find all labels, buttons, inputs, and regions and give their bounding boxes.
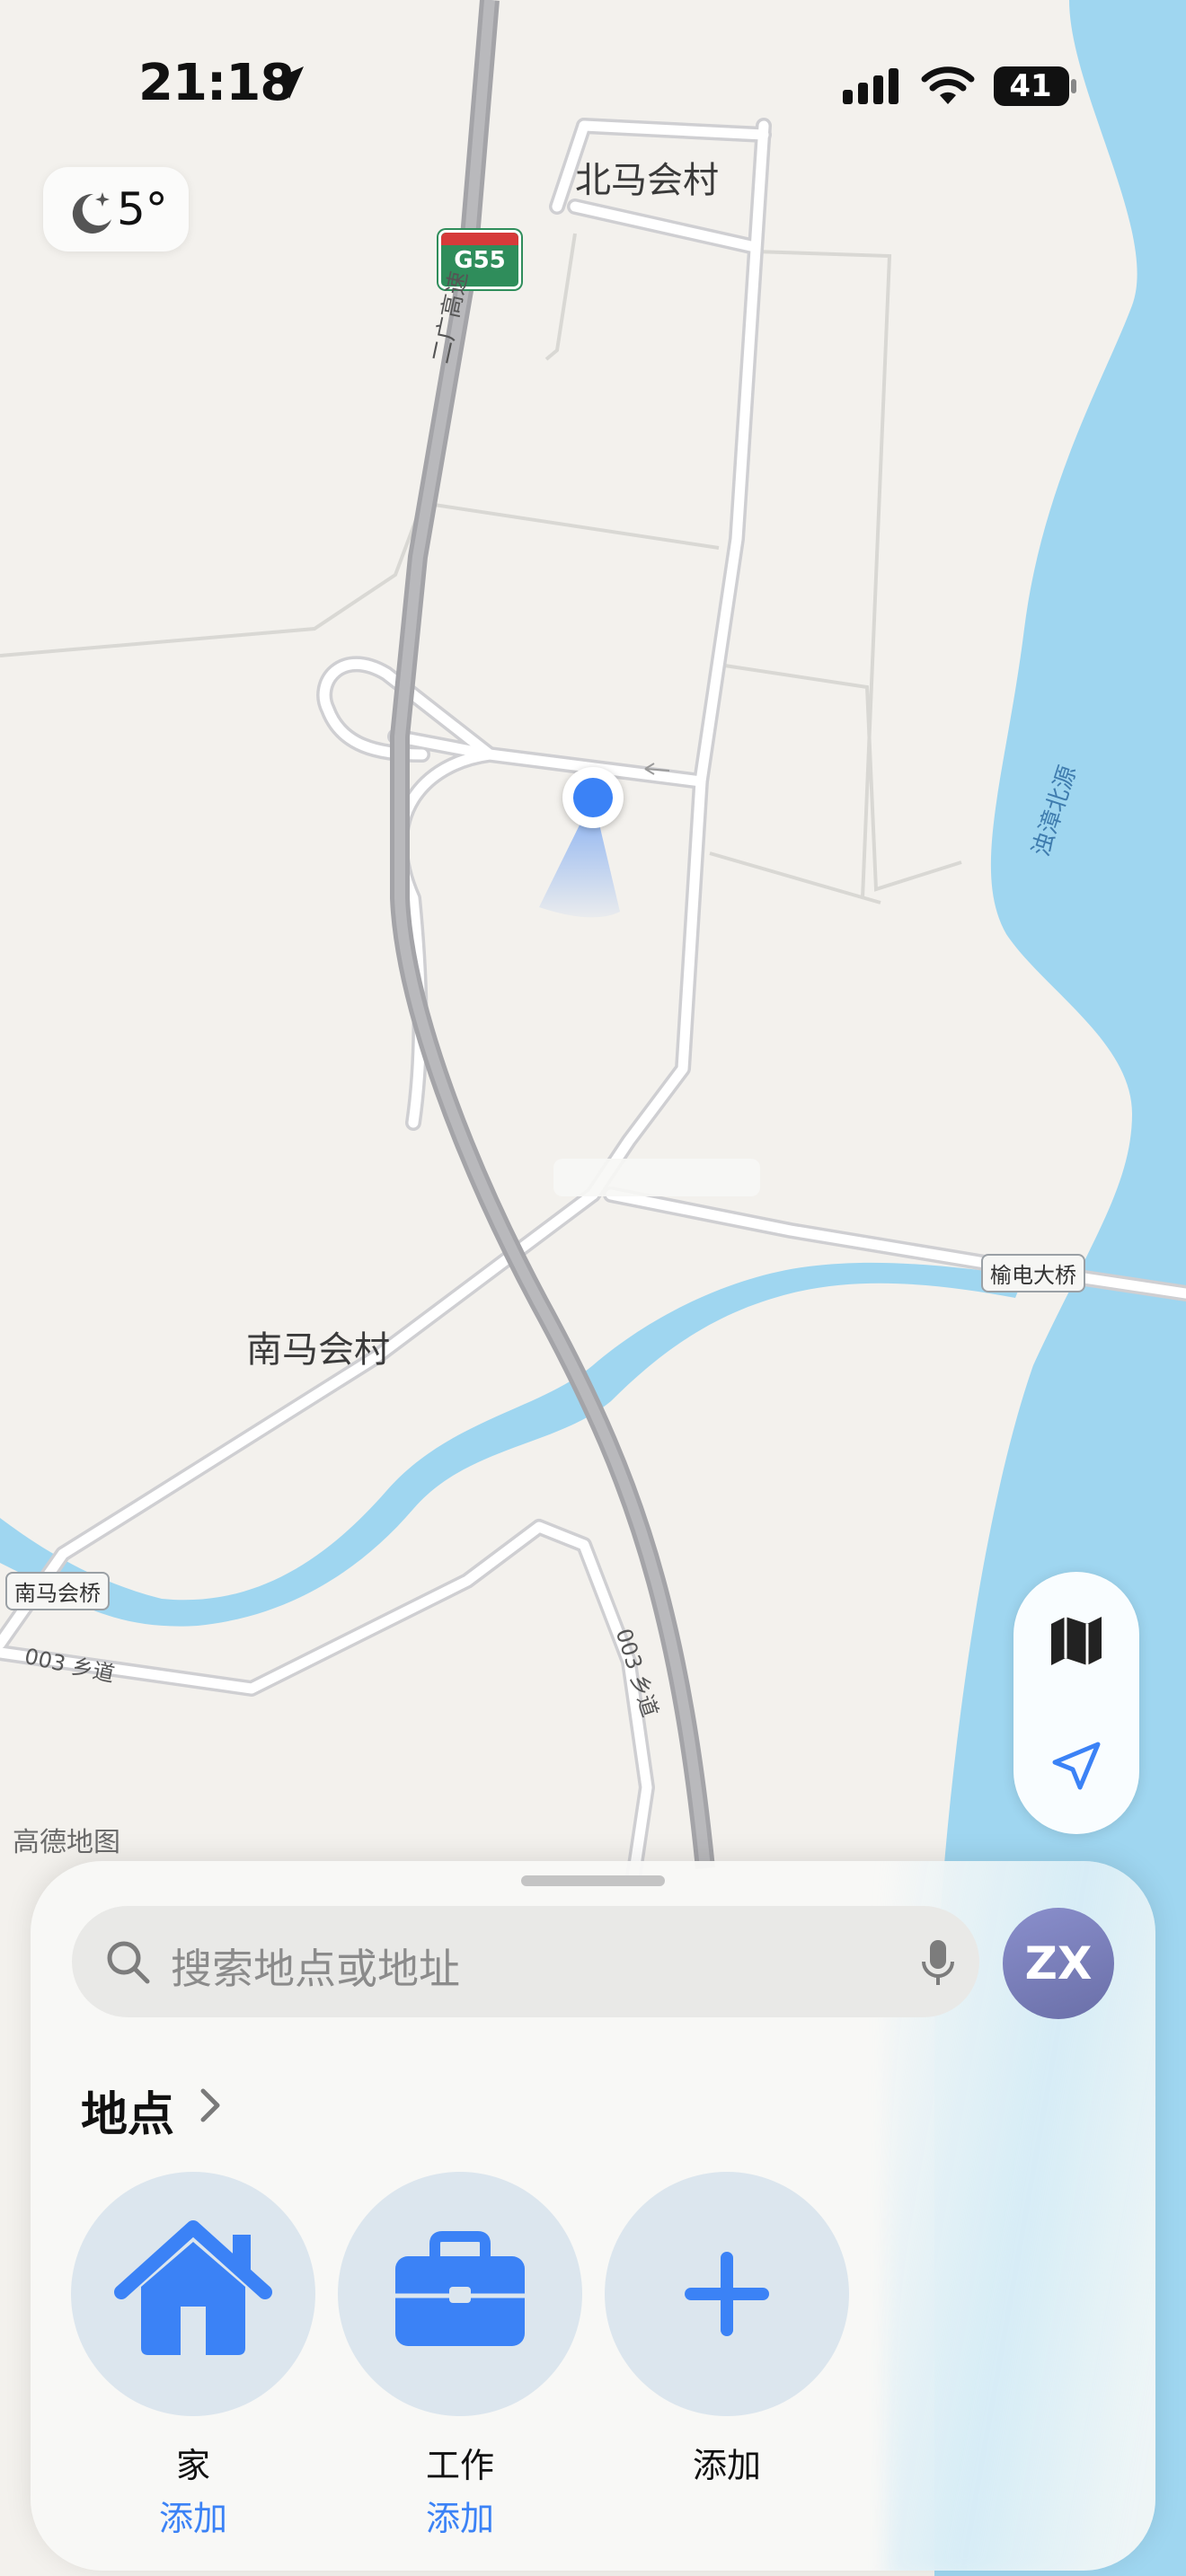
place-label-north[interactable]: 北马会村 [575, 151, 719, 203]
search-icon [107, 1941, 150, 1984]
search-placeholder[interactable]: 搜索地点或地址 [171, 1936, 460, 1996]
bridge-label-nanmahui[interactable]: 南马会桥 [5, 1572, 110, 1610]
place-tile-work[interactable]: 工作 添加 [338, 2172, 582, 2540]
tile-work-action[interactable]: 添加 [338, 2491, 582, 2540]
plus-icon [685, 2252, 769, 2336]
tile-work-title: 工作 [425, 2446, 494, 2485]
place-label-south[interactable]: 南马会村 [246, 1320, 390, 1372]
map-icon[interactable] [1040, 1604, 1112, 1676]
tile-home-title: 家 [175, 2446, 210, 2485]
sheet-grabber[interactable] [521, 1875, 665, 1886]
map-controls [1013, 1572, 1139, 1834]
moon-stars-icon [72, 192, 111, 234]
weather-temperature: 5° [117, 183, 168, 235]
bottom-sheet[interactable]: 搜索地点或地址 ZX 地点 家 添加 工作 添加 添加 [31, 1861, 1155, 2571]
bridge-label-yudian[interactable]: 榆电大桥 [981, 1254, 1085, 1292]
avatar[interactable]: ZX [1003, 1908, 1114, 2019]
battery-level: 41 [1009, 68, 1052, 104]
locate-me-icon[interactable] [1040, 1730, 1112, 1802]
map-provider-watermark: 高德地图 [13, 1827, 120, 1858]
chevron-right-icon[interactable] [196, 2086, 223, 2125]
briefcase-icon [395, 2231, 525, 2346]
section-title-places[interactable]: 地点 [81, 2077, 174, 2144]
microphone-icon[interactable] [918, 1936, 958, 1990]
home-icon [114, 2220, 272, 2355]
tile-home-action[interactable]: 添加 [71, 2491, 315, 2540]
location-arrow-icon [271, 66, 304, 99]
place-tile-add[interactable]: 添加 [605, 2172, 849, 2487]
place-tile-home[interactable]: 家 添加 [71, 2172, 315, 2540]
wifi-icon [921, 66, 975, 104]
weather-widget[interactable]: 5° [43, 167, 189, 251]
cellular-signal-icon [843, 68, 898, 104]
tile-add-title: 添加 [692, 2446, 761, 2485]
search-bar[interactable]: 搜索地点或地址 [72, 1906, 979, 2017]
